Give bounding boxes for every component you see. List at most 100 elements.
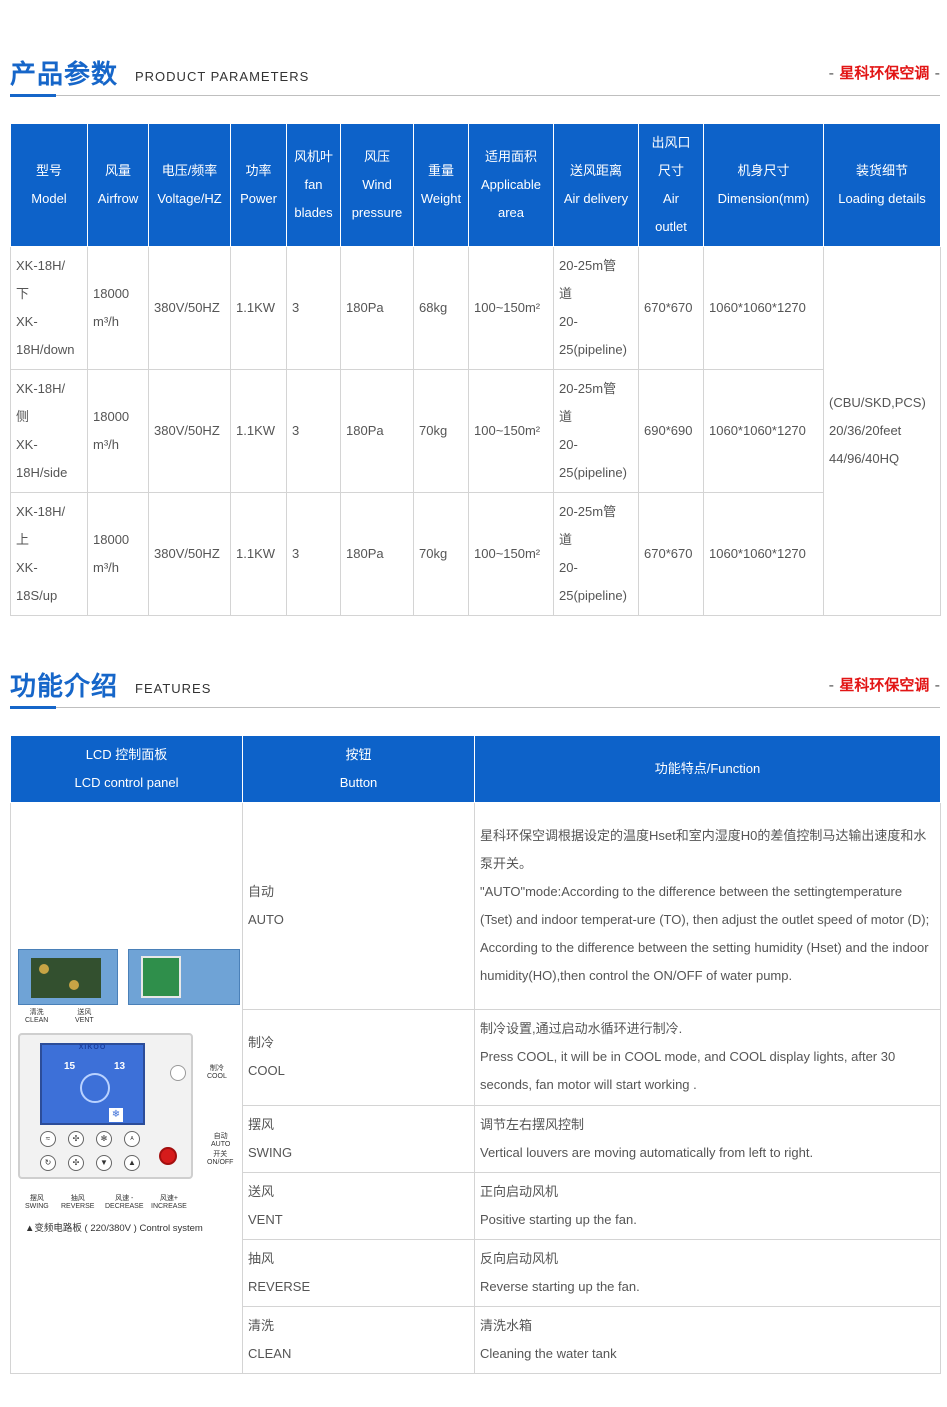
cell-model: XK-18H/上 XK- 18S/up <box>10 492 88 616</box>
cell-airflow: 18000 m³/h <box>87 246 149 370</box>
table-row: XK-18H/上 XK- 18S/up 18000 m³/h 380V/50HZ 1.1KW… <box>10 492 941 616</box>
header-panel: LCD 控制面板 LCD control panel <box>10 735 243 803</box>
cell-function: 调节左右摆风控制 Vertical louvers are moving auto… <box>474 1104 941 1173</box>
cell-dimension: 1060*1060*1270 <box>703 246 824 370</box>
cell-button: 摆风 SWING <box>242 1104 475 1173</box>
params-header-cell: 风机叶 fan blades <box>286 123 341 247</box>
cell-model: XK-18H/下 XK- 18H/down <box>10 246 88 370</box>
cell-button: 制冷 COOL <box>242 1009 475 1106</box>
cell-panel-image: 清洗 CLEAN 送风 VENT XIKOO 15 13 ❄ ≈ ✣ ✻ A ↻ ✣… <box>10 802 243 1374</box>
cell-function: 清洗水箱 Cleaning the water tank <box>474 1305 941 1375</box>
label-swing: 摆风 SWING <box>25 1195 49 1210</box>
cell-button: 自动 AUTO <box>242 801 475 1011</box>
reverse-button-icon: ✣ <box>68 1155 84 1171</box>
lcd-humidity: 13 <box>114 1061 126 1072</box>
lcd-screen: XIKOO 15 13 ❄ <box>40 1043 145 1125</box>
cell-blades: 3 <box>286 246 341 370</box>
params-header-cell: 风量 Airfrow <box>87 123 149 247</box>
label-decrease: 风速 - DECREASE <box>105 1195 144 1210</box>
cell-pressure: 180Pa <box>340 369 414 493</box>
cell-power: 1.1KW <box>230 246 287 370</box>
cell-button: 抽风 REVERSE <box>242 1238 475 1307</box>
cell-loading: (CBU/SKD,PCS) 20/36/20feet 44/96/40HQ <box>823 246 941 616</box>
lcd-temperature: 15 <box>64 1061 76 1072</box>
params-header-cell: 功率 Power <box>230 123 287 247</box>
section-divider <box>10 707 940 708</box>
label-cool: 制冷 COOL <box>207 1065 227 1080</box>
params-title-cn: 产品参数 <box>10 60 119 90</box>
cell-dimension: 1060*1060*1270 <box>703 369 824 493</box>
params-header-cell: 电压/频率 Voltage/HZ <box>148 123 231 247</box>
circuit-board-photo <box>18 949 118 1005</box>
cell-dimension: 1060*1060*1270 <box>703 492 824 616</box>
features-brand: - 星科环保空调 - <box>828 676 940 694</box>
control-board-photo <box>128 949 240 1005</box>
params-header-cell: 风压 Wind pressure <box>340 123 414 247</box>
sensor-icon <box>170 1065 186 1081</box>
cell-outlet: 670*670 <box>638 246 704 370</box>
auto-button-icon: A <box>124 1131 140 1147</box>
cell-voltage: 380V/50HZ <box>148 492 231 616</box>
cell-area: 100~150m² <box>468 369 554 493</box>
cell-area: 100~150m² <box>468 492 554 616</box>
cell-pressure: 180Pa <box>340 246 414 370</box>
params-header-cell: 装货细节 Loading details <box>823 123 941 247</box>
cell-outlet: 690*690 <box>638 369 704 493</box>
params-title-en: PRODUCT PARAMETERS <box>135 69 310 84</box>
params-header-cell: 送风距离 Air delivery <box>553 123 639 247</box>
label-increase: 风速+ INCREASE <box>151 1195 187 1210</box>
features-header-row: LCD 控制面板 LCD control panel 按钮 Button 功能特… <box>10 735 941 803</box>
cell-delivery: 20-25m管道 20- 25(pipeline) <box>553 246 639 370</box>
label-auto: 自动 AUTO <box>211 1133 231 1148</box>
cell-model: XK-18H/侧 XK- 18H/side <box>10 369 88 493</box>
cell-blades: 3 <box>286 492 341 616</box>
fan-icon <box>80 1073 110 1103</box>
cell-power: 1.1KW <box>230 492 287 616</box>
cell-outlet: 670*670 <box>638 492 704 616</box>
features-title-cn: 功能介绍 <box>10 672 119 702</box>
header-button: 按钮 Button <box>242 735 475 803</box>
brand-logo: XIKOO <box>78 1044 107 1051</box>
features-title-en: FEATURES <box>135 681 212 696</box>
clean-button-icon: ≈ <box>40 1131 56 1147</box>
params-header-row: 型号 Model 风量 Airfrow 电压/频率 Voltage/HZ 功率 Power 风机… <box>10 123 941 247</box>
cell-power: 1.1KW <box>230 369 287 493</box>
label-reverse: 抽风 REVERSE <box>61 1195 95 1210</box>
lcd-controller: XIKOO 15 13 ❄ ≈ ✣ ✻ A ↻ ✣ ▼ ▲ <box>18 1033 193 1179</box>
params-header-cell: 出风口 尺寸 Air outlet <box>638 123 704 247</box>
cell-area: 100~150m² <box>468 246 554 370</box>
table-row: 清洗 CLEAN 送风 VENT XIKOO 15 13 ❄ ≈ ✣ ✻ A ↻ ✣… <box>10 801 941 1374</box>
header-function: 功能特点/Function <box>474 735 941 803</box>
cell-delivery: 20-25m管道 20- 25(pipeline) <box>553 492 639 616</box>
cell-pressure: 180Pa <box>340 492 414 616</box>
label-clean: 清洗 CLEAN <box>25 1009 49 1024</box>
vent-button-icon: ✣ <box>68 1131 84 1147</box>
cell-function: 正向启动风机 Positive starting up the fan. <box>474 1171 941 1240</box>
params-section-header: 产品参数 PRODUCT PARAMETERS - 星科环保空调 - <box>10 52 940 97</box>
product-parameters-table: 型号 Model 风量 Airfrow 电压/频率 Voltage/HZ 功率 Power 风机… <box>10 123 941 616</box>
snowflake-icon: ❄ <box>109 1108 123 1122</box>
cell-weight: 70kg <box>413 369 469 493</box>
power-button-icon <box>159 1147 177 1165</box>
cool-button-icon: ✻ <box>96 1131 112 1147</box>
cell-delivery: 20-25m管道 20- 25(pipeline) <box>553 369 639 493</box>
params-header-cell: 机身尺寸 Dimension(mm) <box>703 123 824 247</box>
params-header-cell: 适用面积 Applicable area <box>468 123 554 247</box>
cell-button: 清洗 CLEAN <box>242 1305 475 1375</box>
params-header-cell: 型号 Model <box>10 123 88 247</box>
label-vent: 送风 VENT <box>75 1009 94 1024</box>
cell-function: 反向启动风机 Reverse starting up the fan. <box>474 1238 941 1307</box>
decrease-button-icon: ▼ <box>96 1155 112 1171</box>
cell-voltage: 380V/50HZ <box>148 246 231 370</box>
section-divider-accent <box>10 706 56 709</box>
cell-airflow: 18000 m³/h <box>87 492 149 616</box>
cell-weight: 70kg <box>413 492 469 616</box>
label-onoff: 开关 ON/OFF <box>207 1151 234 1166</box>
params-header-cell: 重量 Weight <box>413 123 469 247</box>
section-divider-accent <box>10 94 56 97</box>
increase-button-icon: ▲ <box>124 1155 140 1171</box>
params-brand: - 星科环保空调 - <box>828 64 940 82</box>
cell-weight: 68kg <box>413 246 469 370</box>
features-section-header: 功能介绍 FEATURES - 星科环保空调 - <box>10 664 940 709</box>
section-divider <box>10 95 940 96</box>
